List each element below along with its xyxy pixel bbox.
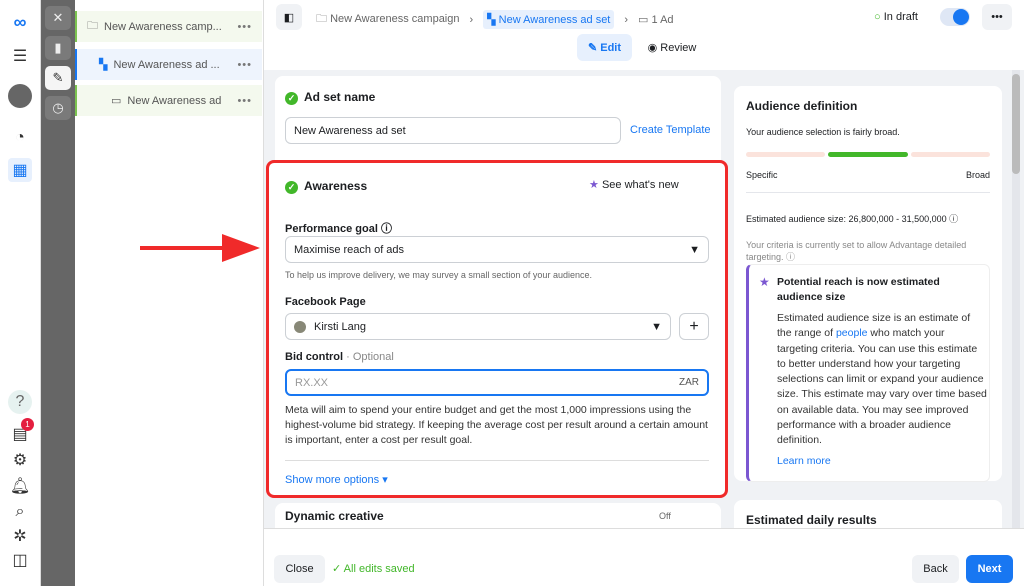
check-icon: ✓ [285,181,298,194]
global-nav: ∞ ☰ ◔ ▦ ? ▤ 1 ⚙ 🔔︎ ⌕ ✲ ◫ [0,0,41,586]
check-icon: ✓ [332,563,342,575]
close-icon[interactable]: ✕ [45,6,71,30]
facebook-page-label: Facebook Page [285,296,366,308]
menu-icon[interactable]: ☰ [8,44,32,68]
back-button[interactable]: Back [912,555,959,583]
tree-item-adset[interactable]: ▚ New Awareness ad ... ••• [75,49,262,80]
see-whats-new-link[interactable]: ★ See what's new [589,178,679,191]
awareness-title: ✓ Awareness [285,179,367,194]
help-icon[interactable]: ? [8,390,32,414]
star-icon: ★ [589,179,599,191]
check-icon: ✓ [285,92,298,105]
dynamic-creative-card: Dynamic creative Off [275,503,721,528]
dashboard-icon[interactable]: ◔ [8,126,32,150]
tree-item-campaign[interactable]: 🗀 New Awareness camp... ••• [75,11,262,42]
bid-control-label: Bid control · Optional [285,351,394,363]
dynamic-creative-title: Dynamic creative [285,509,384,523]
adset-grid-icon: ▚ [99,59,108,71]
save-status: ✓ All edits saved [332,563,415,575]
campaign-tree: 🗀 New Awareness camp... ••• ▚ New Awareness… [75,0,264,586]
editor-main: ✓ Ad set name New Awareness ad set Create… [264,70,1024,528]
history-icon[interactable]: ◷ [45,96,71,120]
adset-name-title: ✓ Ad set name [285,90,375,105]
ad-icon: ▭ [111,95,122,107]
audience-definition-card: Audience definition Your audience select… [734,86,1002,482]
daily-results-card: Estimated daily results [734,500,1002,528]
page-avatar [294,320,306,333]
facebook-page-select[interactable]: Kirsti Lang ▼ [285,313,671,340]
draft-toggle[interactable] [940,8,970,26]
bid-control-note: Meta will aim to spend your entire budge… [285,404,708,446]
notifications-icon[interactable]: 🔔︎ [8,474,32,498]
reach-callout: ★ Potential reach is now estimated audie… [746,264,990,482]
campaigns-table-icon[interactable]: ▦ [8,158,32,182]
chart-icon[interactable]: ▮ [45,36,71,60]
more-icon[interactable]: ••• [237,95,252,107]
performance-goal-select[interactable]: Maximise reach of ads ▼ [285,236,709,263]
adset-name-input[interactable]: New Awareness ad set [285,117,621,144]
tool-rail: ✕ ▮ ✎ ◷ [41,0,75,586]
status-badge: ○ In draft [874,11,918,23]
add-page-button[interactable]: + [679,313,709,340]
breadcrumb-ad[interactable]: ▭ 1 Ad [638,13,673,26]
create-template-link[interactable]: Create Template [630,124,711,136]
breadcrumb: 🗀 New Awareness campaign › ▚ New Awarenes… [316,10,674,29]
news-icon[interactable]: ▤ 1 [8,418,34,446]
people-link[interactable]: people [836,327,868,339]
folder-icon: 🗀 [87,20,98,32]
bid-control-input[interactable]: RX.XX ZAR [285,369,709,396]
audience-size: Estimated audience size: 26,800,000 - 31… [746,214,959,224]
search-icon[interactable]: ⌕ [8,500,32,524]
sidebar-toggle-icon[interactable]: ◧ [276,4,302,30]
learn-more-link[interactable]: Learn more [777,455,831,467]
tab-review[interactable]: ◉ Review [642,34,702,61]
performance-goal-note: To help us improve delivery, we may surv… [285,270,592,280]
scrollbar[interactable] [1012,70,1020,528]
chevron-down-icon: ▼ [689,243,700,256]
eye-icon: ◉ [647,42,658,54]
red-arrow-annotation [140,234,260,262]
performance-goal-label: Performance goal ⓘ [285,223,392,235]
awareness-section: ✓ Awareness ★ See what's new Performance … [266,160,728,498]
breadcrumb-campaign[interactable]: 🗀 New Awareness campaign [316,10,459,29]
criteria-note: Your criteria is currently set to allow … [746,240,967,262]
breadcrumb-adset[interactable]: ▚ New Awareness ad set [483,10,615,29]
settings-icon[interactable]: ⚙ [8,448,32,472]
editor-footer: Close ✓ All edits saved Back Next [264,528,1024,586]
chevron-down-icon: ▼ [651,320,662,333]
edit-icon[interactable]: ✎ [45,66,71,90]
more-icon[interactable]: ••• [237,59,252,71]
bug-icon[interactable]: ✲ [8,524,32,548]
more-icon[interactable]: ••• [237,21,252,33]
show-more-options-link[interactable]: Show more options ▾ [285,473,388,486]
close-button[interactable]: Close [274,555,325,583]
audience-meter [746,152,990,157]
panel-toggle-icon[interactable]: ◫ [8,548,32,572]
more-options-button[interactable]: ••• [982,4,1012,30]
next-button[interactable]: Next [966,555,1013,583]
news-badge: 1 [21,418,34,431]
audience-title: Audience definition [746,99,858,113]
editor-header: ◧ 🗀 New Awareness campaign › ▚ New Awaren… [264,0,1024,70]
meta-logo-icon[interactable]: ∞ [8,10,32,34]
tab-edit[interactable]: ✎ Edit [577,34,632,61]
avatar[interactable] [8,84,32,108]
tree-item-ad[interactable]: ▭ New Awareness ad ••• [75,85,262,116]
star-icon: ★ [759,275,770,289]
dynamic-creative-state: Off [659,511,671,521]
